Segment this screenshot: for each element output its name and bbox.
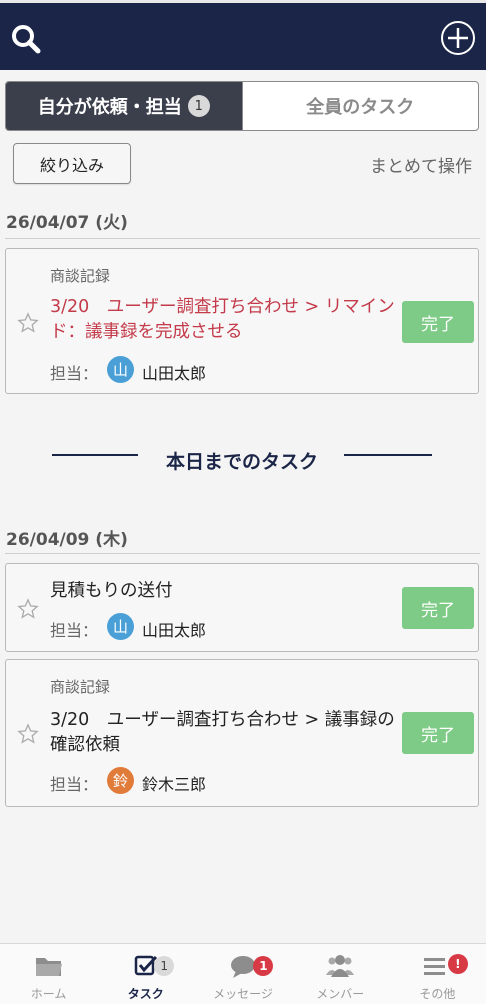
date-heading: 26/04/09 (木) (6, 530, 128, 550)
section-label: 本日までのタスク (165, 451, 318, 473)
members-icon (326, 955, 355, 977)
date-divider (5, 553, 480, 554)
task-card[interactable]: 見積もりの送付 担当： 山 山田太郎 完了 (5, 563, 479, 652)
tab-all[interactable]: 全員のタスク (241, 82, 479, 130)
task-card[interactable]: 商談記録 3/20 ユーザー調査打ち合わせ > 議事録の確認依頼 担当： 鈴 鈴… (5, 659, 479, 807)
assignee-name: 山田太郎 (142, 621, 207, 640)
complete-button[interactable]: 完了 (402, 587, 474, 629)
star-icon[interactable] (17, 598, 39, 620)
nav-home[interactable]: ホーム (0, 944, 97, 1004)
bulk-action-link[interactable]: まとめて操作 (340, 152, 472, 177)
nav-messages[interactable]: 1 メッセージ (194, 944, 291, 1004)
nav-members[interactable]: メンバー (292, 944, 389, 1004)
nav-messages-badge: 1 (253, 956, 274, 976)
task-category: 商談記録 (50, 267, 111, 285)
plus-circle-icon[interactable] (440, 20, 476, 56)
tab-mine-count-badge: 1 (187, 95, 210, 117)
folder-icon (35, 958, 62, 976)
assignee-label: 担当： (50, 621, 99, 640)
task-card[interactable]: 商談記録 3/20 ユーザー調査打ち合わせ > リマインド：議事録を完成させる … (5, 248, 479, 394)
task-title[interactable]: 3/20 ユーザー調査打ち合わせ > リマインド：議事録を完成させる (50, 295, 400, 345)
nav-more-badge: ! (447, 954, 468, 974)
complete-button[interactable]: 完了 (402, 301, 474, 343)
task-category: 商談記録 (50, 678, 111, 696)
nav-tasks[interactable]: 1 タスク (97, 944, 194, 1004)
tab-mine-label: 自分が依頼・担当 (37, 97, 182, 118)
avatar: 鈴 (107, 767, 134, 794)
star-icon[interactable] (17, 312, 39, 334)
nav-more-label: その他 (419, 987, 456, 1001)
assignee-name: 山田太郎 (142, 364, 207, 383)
bottom-nav: ホーム 1 タスク 1 メッセージ メンバー ! その他 (0, 943, 486, 1004)
section-heading: 本日までのタスク (52, 447, 432, 477)
nav-messages-label: メッセージ (213, 987, 273, 1001)
avatar: 山 (107, 613, 134, 640)
nav-tasks-label: タスク (127, 987, 164, 1001)
assignee-name: 鈴木三郎 (142, 775, 207, 794)
section-line-right (344, 454, 432, 456)
top-bar (0, 0, 486, 70)
assignee-label: 担当： (50, 364, 99, 383)
tab-all-label: 全員のタスク (306, 97, 415, 118)
assignee-label: 担当： (50, 775, 99, 794)
search-icon[interactable] (10, 23, 42, 55)
nav-members-label: メンバー (316, 987, 365, 1001)
avatar: 山 (107, 356, 134, 383)
filter-button[interactable]: 絞り込み (13, 143, 131, 184)
tab-mine[interactable]: 自分が依頼・担当 1 (6, 82, 242, 130)
task-scope-tabs: 自分が依頼・担当 1 全員のタスク (5, 81, 479, 131)
date-heading: 26/04/07 (火) (6, 213, 128, 233)
nav-more[interactable]: ! その他 (389, 944, 486, 1004)
complete-button[interactable]: 完了 (402, 712, 474, 754)
task-title[interactable]: 3/20 ユーザー調査打ち合わせ > 議事録の確認依頼 (50, 708, 400, 758)
nav-home-label: ホーム (30, 987, 67, 1001)
date-divider (5, 238, 480, 239)
task-title[interactable]: 見積もりの送付 (50, 579, 400, 604)
nav-tasks-badge: 1 (154, 956, 175, 976)
star-icon[interactable] (17, 723, 39, 745)
